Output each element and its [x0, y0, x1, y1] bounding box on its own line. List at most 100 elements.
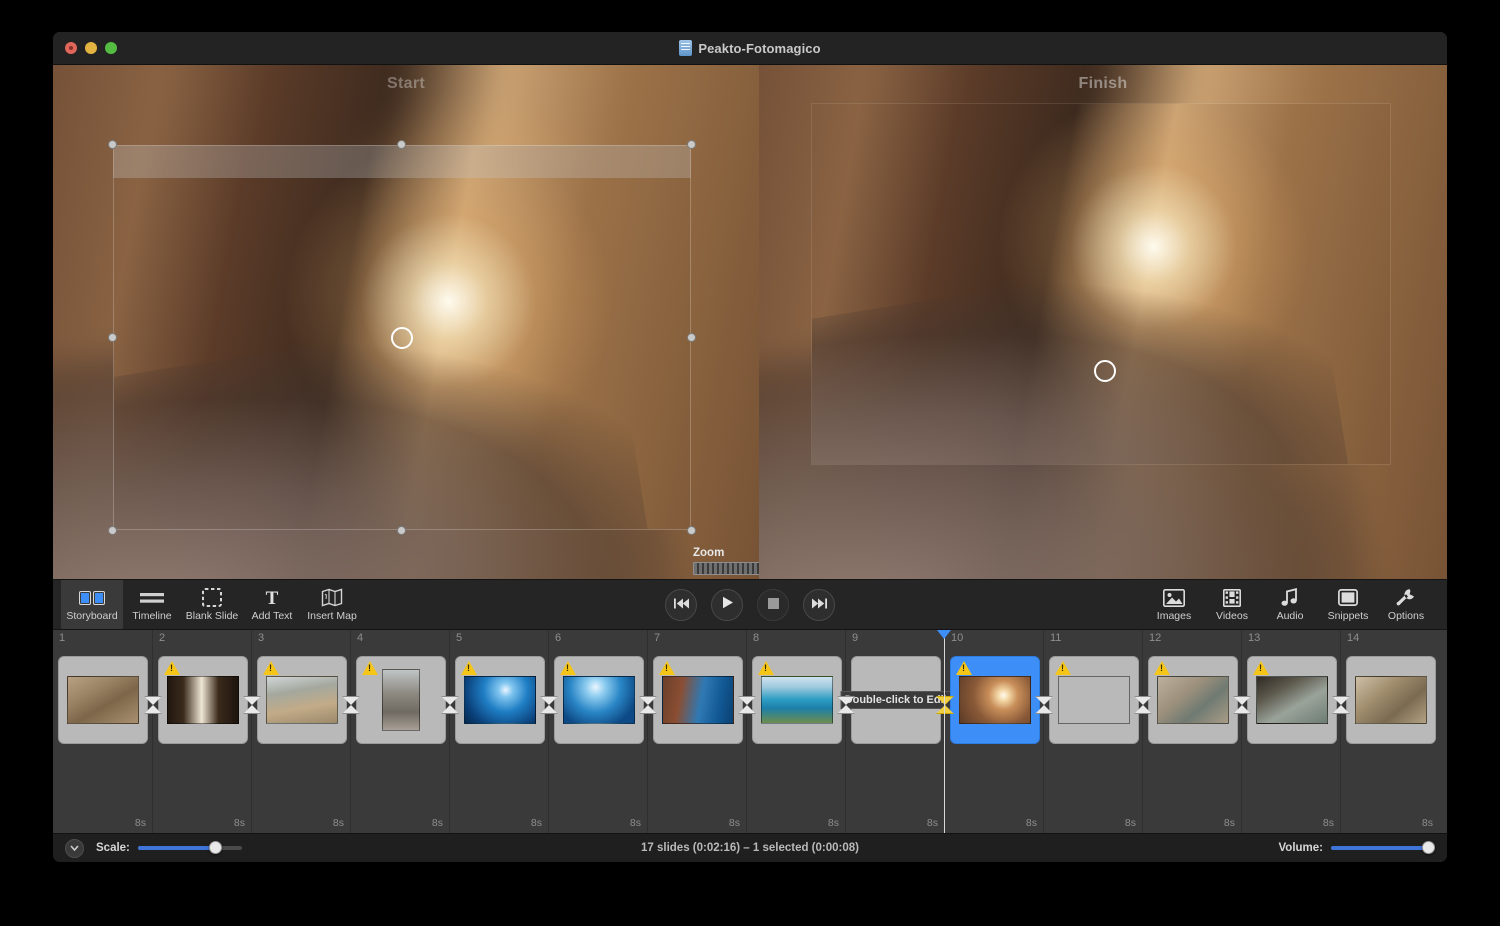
slide-column[interactable]: 12 8s — [1134, 630, 1241, 833]
slide-number: 8 — [753, 632, 760, 644]
toolbar-blank-slide-button[interactable]: Blank Slide — [181, 580, 243, 629]
slide-column[interactable]: 5 8s — [441, 630, 548, 833]
slide-number: 12 — [1149, 632, 1162, 644]
crop-handle-top-left[interactable] — [108, 140, 117, 149]
crop-handle-middle-right[interactable] — [687, 332, 696, 342]
slide-card[interactable] — [752, 656, 842, 744]
warning-icon — [1055, 661, 1071, 675]
chevron-down-icon[interactable] — [65, 838, 84, 858]
slide-duration: 8s — [431, 817, 443, 829]
window-title: Peakto-Fotomagico — [698, 40, 821, 56]
toolbar-audio-button[interactable]: Audio — [1261, 580, 1319, 629]
zoom-button[interactable] — [105, 42, 117, 54]
warning-icon — [461, 661, 477, 675]
zoom-label: Zoom — [693, 547, 725, 559]
toolbar-insert-map-button[interactable]: Insert Map — [301, 580, 363, 629]
volume-slider[interactable] — [1331, 841, 1435, 855]
slide-card[interactable] — [1346, 656, 1436, 744]
start-crop-frame[interactable] — [108, 140, 696, 535]
play-button[interactable] — [711, 588, 743, 621]
timeline-icon — [139, 587, 165, 608]
slide-column[interactable]: 1 8s — [53, 630, 152, 833]
minimize-button[interactable] — [85, 42, 97, 54]
document-icon — [679, 40, 693, 56]
stop-button[interactable] — [757, 588, 789, 621]
toolbar-snippets-label: Snippets — [1327, 610, 1369, 623]
start-preview-panel[interactable]: Start Zoom — [53, 65, 759, 579]
zoom-control[interactable]: Zoom 40 % — [693, 547, 759, 575]
slide-card[interactable] — [356, 656, 446, 744]
rewind-button[interactable] — [665, 588, 697, 621]
slide-column[interactable]: 3 8s — [243, 630, 350, 833]
slide-card[interactable] — [653, 656, 743, 744]
slide-column[interactable]: 6 8s — [540, 630, 647, 833]
crop-handle-top-center[interactable] — [397, 140, 406, 149]
crop-handle-middle-left[interactable] — [108, 332, 117, 342]
slide-card-selected[interactable] — [950, 656, 1040, 744]
close-button[interactable] — [65, 42, 77, 54]
toolbar-videos-button[interactable]: Videos — [1203, 580, 1261, 629]
warning-icon — [1253, 661, 1269, 675]
start-label: Start — [387, 75, 425, 92]
volume-slider-knob[interactable] — [1422, 841, 1435, 854]
crop-center-handle[interactable] — [391, 326, 413, 349]
finish-crop-scene — [812, 104, 1390, 464]
slide-card[interactable]: Double-click to Edit — [840, 656, 952, 744]
toolbar-options-button[interactable]: Options — [1377, 580, 1435, 629]
slide-column[interactable]: 9 Double-click to Edit 8s — [837, 630, 952, 833]
slide-card[interactable] — [455, 656, 545, 744]
finish-center-handle[interactable] — [1094, 360, 1116, 382]
slide-duration: 8s — [233, 817, 245, 829]
toolbar-snippets-button[interactable]: Snippets — [1319, 580, 1377, 629]
slide-column[interactable]: 11 8s — [1035, 630, 1142, 833]
toolbar-images-button[interactable]: Images — [1145, 580, 1203, 629]
slide-column[interactable]: 8 8s — [738, 630, 845, 833]
volume-control: Volume: — [1278, 841, 1435, 855]
main-toolbar: Storyboard Timeline Blank Slide T Add Te… — [53, 579, 1447, 630]
scale-slider-knob[interactable] — [208, 841, 222, 854]
svg-text:T: T — [266, 588, 279, 607]
slide-column[interactable]: 14 8s — [1332, 630, 1439, 833]
storyboard-track[interactable]: 1 8s 2 8s 3 8s 4 8s 5 8s 6 8s 7 8s 8 8s 9 Double-click to… — [53, 630, 1447, 833]
toolbar-timeline-button[interactable]: Timeline — [123, 580, 181, 629]
slide-card[interactable] — [1049, 656, 1139, 744]
slide-card[interactable] — [1247, 656, 1337, 744]
preview-area: Start Zoom Finish — [53, 65, 1447, 579]
slide-thumbnail — [761, 676, 833, 724]
toolbar-add-text-button[interactable]: T Add Text — [243, 580, 301, 629]
crop-handle-bottom-center[interactable] — [397, 526, 406, 535]
crop-handle-bottom-right[interactable] — [687, 526, 696, 535]
slide-number: 9 — [852, 632, 859, 644]
toolbar-timeline-label: Timeline — [132, 610, 172, 623]
zoom-slider[interactable] — [693, 562, 759, 575]
storyboard-icon — [79, 587, 105, 608]
crop-handle-bottom-left[interactable] — [108, 526, 117, 535]
warning-icon — [263, 661, 279, 675]
slide-thumbnail — [266, 676, 338, 724]
slide-thumbnail — [959, 676, 1031, 724]
slide-column[interactable]: 10 8s — [936, 630, 1043, 833]
crop-handle-top-right[interactable] — [687, 140, 696, 149]
fast-forward-button[interactable] — [803, 588, 835, 621]
slide-column[interactable]: 2 8s — [144, 630, 251, 833]
blank-slide-icon — [202, 587, 222, 608]
slide-card[interactable] — [158, 656, 248, 744]
slide-card[interactable] — [257, 656, 347, 744]
slide-column[interactable]: 13 8s — [1233, 630, 1340, 833]
slide-duration: 8s — [332, 817, 344, 829]
finish-preview-panel[interactable]: Finish — [759, 65, 1447, 579]
slide-number: 4 — [357, 632, 364, 644]
slide-card[interactable] — [554, 656, 644, 744]
slide-column[interactable]: 7 8s — [639, 630, 746, 833]
slide-duration: 8s — [629, 817, 641, 829]
slide-duration: 8s — [827, 817, 839, 829]
slide-card[interactable] — [58, 656, 148, 744]
scale-slider[interactable] — [137, 841, 242, 855]
slide-column[interactable]: 4 8s — [342, 630, 449, 833]
playhead[interactable] — [937, 630, 951, 833]
toolbar-storyboard-button[interactable]: Storyboard — [61, 580, 123, 629]
slide-thumbnail — [563, 676, 635, 724]
double-click-to-edit-label[interactable]: Double-click to Edit — [840, 691, 952, 709]
slide-thumbnail — [382, 669, 420, 731]
slide-card[interactable] — [1148, 656, 1238, 744]
